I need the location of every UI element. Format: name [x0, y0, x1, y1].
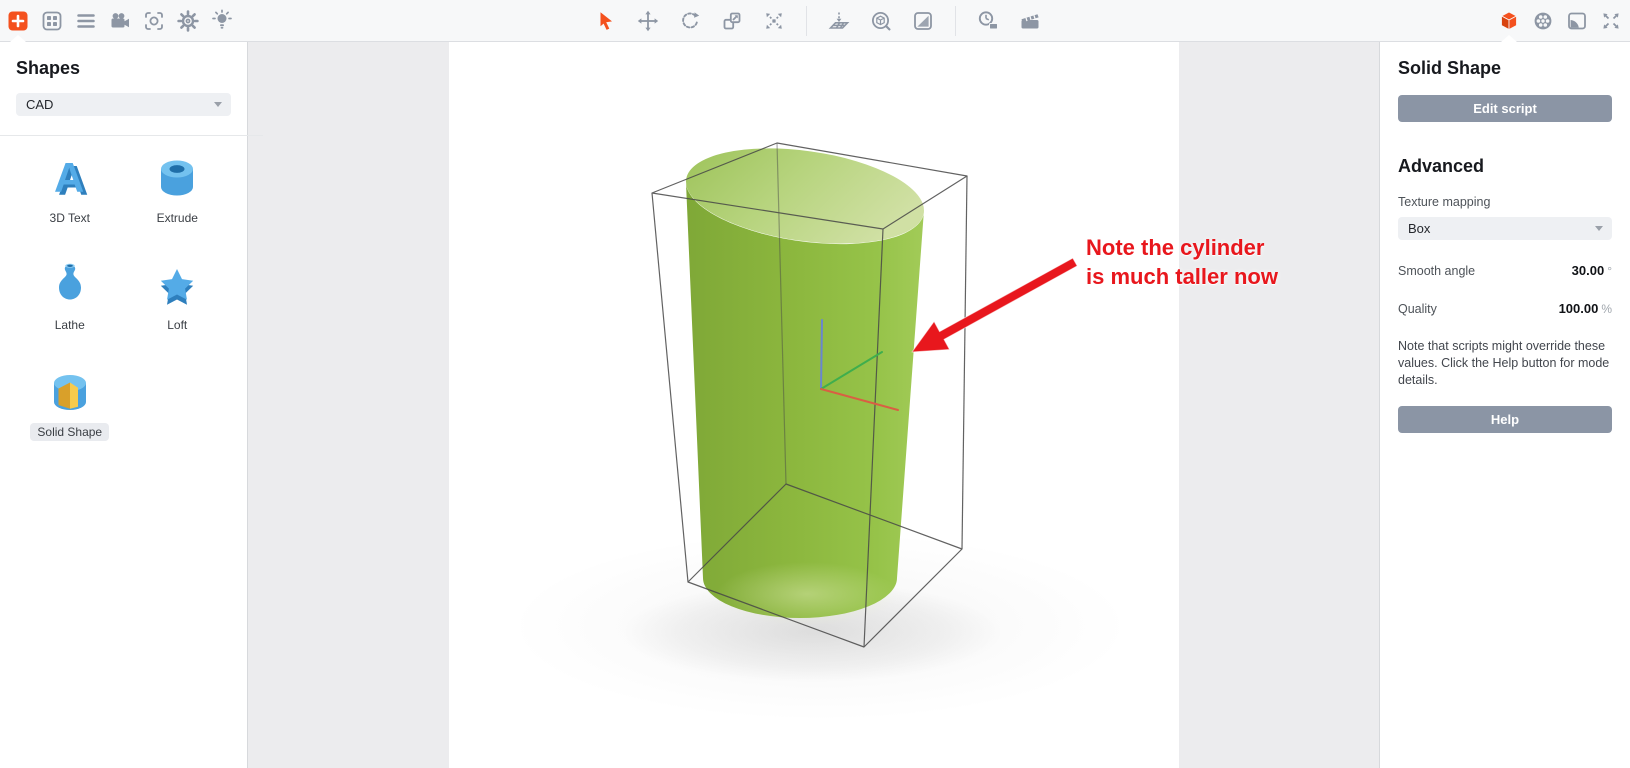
- shapes-panel: Shapes CAD AA 3D Text Extrude Lathe Loft: [0, 42, 248, 768]
- shapes-popover-caret: [10, 35, 26, 42]
- toolbar: [0, 0, 1630, 42]
- help-button[interactable]: Help: [1398, 406, 1612, 433]
- annotation-text: Note the cylinder is much taller now: [1086, 233, 1278, 291]
- annotation-line-2: is much taller now: [1086, 262, 1278, 291]
- shape-item-label: Loft: [160, 316, 194, 334]
- edit-script-button[interactable]: Edit script: [1398, 95, 1612, 122]
- animation-time-button[interactable]: [970, 6, 1006, 36]
- advanced-section-title: Advanced: [1398, 156, 1612, 177]
- shadow-icon: [911, 9, 935, 33]
- shape-category-dropdown[interactable]: CAD: [16, 93, 231, 116]
- settings-button[interactable]: [173, 6, 203, 36]
- shape-item-3d-text[interactable]: AA 3D Text: [16, 138, 124, 235]
- fullscreen-icon: [1599, 9, 1623, 33]
- smooth-angle-unit: °: [1607, 264, 1612, 278]
- inspector-popover-caret: [1501, 35, 1517, 42]
- move-icon: [636, 9, 660, 33]
- shape-category-value: CAD: [26, 97, 53, 112]
- extrude-icon: [151, 152, 203, 204]
- animation-editor-button[interactable]: [1012, 6, 1048, 36]
- zoom-to-object-button[interactable]: [863, 6, 899, 36]
- fullscreen-button[interactable]: [1596, 6, 1626, 36]
- drop-to-floor-button[interactable]: [821, 6, 857, 36]
- shape-item-extrude[interactable]: Extrude: [124, 138, 232, 235]
- inspector-title: Solid Shape: [1398, 58, 1612, 79]
- environment-light-button[interactable]: [207, 6, 237, 36]
- zoom-to-object-icon: [869, 9, 893, 33]
- texture-mapping-label: Texture mapping: [1398, 195, 1612, 209]
- cursor-icon: [594, 9, 618, 33]
- movie-camera-icon: [108, 9, 132, 33]
- quality-row: Quality 100.00%: [1398, 301, 1612, 316]
- shape-item-solid-shape[interactable]: Solid Shape: [16, 352, 124, 449]
- quality-value[interactable]: 100.00%: [1559, 301, 1612, 316]
- texture-mapping-value: Box: [1408, 221, 1430, 236]
- inspector-panel: Solid Shape Edit script Advanced Texture…: [1379, 42, 1630, 768]
- toolbar-right-group: [1494, 6, 1626, 36]
- divider: [0, 135, 263, 136]
- toolbar-separator: [806, 6, 807, 36]
- rotate-tool-button[interactable]: [672, 6, 708, 36]
- svg-text:A: A: [54, 154, 84, 201]
- shape-item-loft[interactable]: Loft: [124, 245, 232, 342]
- scripts-note: Note that scripts might override these v…: [1398, 338, 1612, 389]
- quality-label: Quality: [1398, 302, 1437, 316]
- annotation-arrow: [912, 258, 1077, 352]
- list-icon: [74, 9, 98, 33]
- shape-item-label: Solid Shape: [30, 423, 109, 441]
- smooth-angle-label: Smooth angle: [1398, 264, 1475, 278]
- chevron-down-icon: [1595, 226, 1603, 231]
- smooth-angle-row: Smooth angle 30.00°: [1398, 263, 1612, 278]
- shadow-catcher-button[interactable]: [905, 6, 941, 36]
- solid-shape-icon: [44, 366, 96, 418]
- geometry-panel-button[interactable]: [1494, 6, 1524, 36]
- scale-icon: [720, 9, 744, 33]
- library-grid-icon: [40, 9, 64, 33]
- rotate-icon: [678, 9, 702, 33]
- add-shape-button[interactable]: [3, 6, 33, 36]
- annotation-line-1: Note the cylinder: [1086, 233, 1278, 262]
- free-transform-icon: [762, 9, 786, 33]
- toolbar-center-group: [588, 6, 1048, 36]
- film-reel-icon: [1531, 9, 1555, 33]
- cube-icon: [1497, 9, 1521, 33]
- loft-icon: [151, 259, 203, 311]
- smooth-angle-value[interactable]: 30.00°: [1572, 263, 1612, 278]
- light-bulb-icon: [210, 9, 234, 33]
- shape-item-label: Lathe: [48, 316, 92, 334]
- toolbar-separator: [955, 6, 956, 36]
- drop-to-floor-icon: [827, 9, 851, 33]
- 3d-text-icon: AA: [44, 152, 96, 204]
- center-view-icon: [142, 9, 166, 33]
- add-shape-icon: [6, 9, 30, 33]
- snapshot-icon: [1565, 9, 1589, 33]
- gear-icon: [176, 9, 200, 33]
- clapperboard-icon: [1018, 9, 1042, 33]
- free-transform-tool-button[interactable]: [756, 6, 792, 36]
- materials-panel-button[interactable]: [1528, 6, 1558, 36]
- shape-item-label: Extrude: [150, 209, 205, 227]
- center-view-button[interactable]: [139, 6, 169, 36]
- scene-list-button[interactable]: [71, 6, 101, 36]
- viewport-canvas[interactable]: [449, 42, 1179, 768]
- lathe-icon: [44, 259, 96, 311]
- clock-icon: [976, 9, 1000, 33]
- quality-unit: %: [1601, 302, 1612, 316]
- shapes-panel-title: Shapes: [16, 58, 231, 79]
- scale-tool-button[interactable]: [714, 6, 750, 36]
- shape-grid: AA 3D Text Extrude Lathe Loft Solid Shap…: [16, 138, 231, 449]
- library-button[interactable]: [37, 6, 67, 36]
- texture-mapping-dropdown[interactable]: Box: [1398, 217, 1612, 240]
- chevron-down-icon: [214, 102, 222, 107]
- render-snapshot-button[interactable]: [1562, 6, 1592, 36]
- shape-item-lathe[interactable]: Lathe: [16, 245, 124, 342]
- select-tool-button[interactable]: [588, 6, 624, 36]
- move-tool-button[interactable]: [630, 6, 666, 36]
- camera-button[interactable]: [105, 6, 135, 36]
- shape-item-label: 3D Text: [43, 209, 97, 227]
- toolbar-left-group: [3, 6, 237, 36]
